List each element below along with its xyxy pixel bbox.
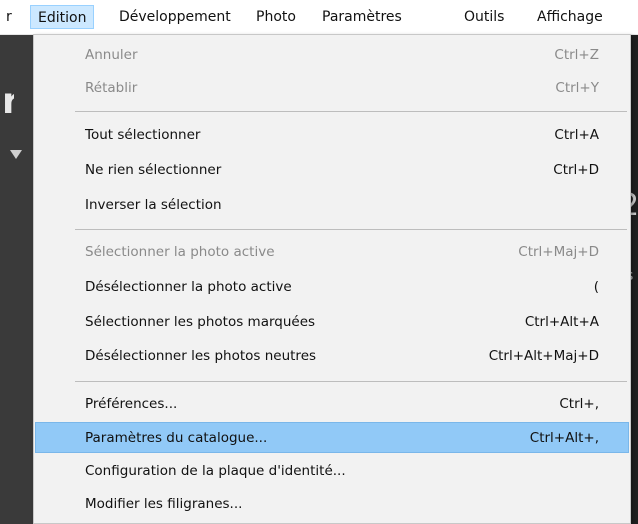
menu-item-shortcut: Ctrl+A [554, 127, 599, 143]
menu-item-label: Inverser la sélection [85, 197, 222, 213]
menu-parametres[interactable]: Paramètres [322, 5, 402, 29]
menu-item-shortcut: Ctrl+, [559, 396, 599, 412]
menu-item-shortcut: Ctrl+Y [555, 80, 599, 96]
menu-item-shortcut: ( [593, 279, 599, 295]
menu-item-label: Rétablir [85, 80, 138, 96]
menu-item-label: Annuler [85, 47, 138, 63]
menu-item-retablir[interactable]: Rétablir Ctrl+Y [35, 73, 629, 104]
menu-item-shortcut: Ctrl+D [553, 162, 599, 178]
menu-separator [75, 229, 627, 230]
menu-item-shortcut: Ctrl+Maj+D [518, 244, 599, 260]
menu-photo[interactable]: Photo [256, 5, 296, 29]
menu-item-label: Ne rien sélectionner [85, 162, 222, 178]
menu-item-label: Configuration de la plaque d'identité... [85, 463, 346, 479]
menu-item-label: Modifier les filigranes... [85, 496, 243, 512]
menu-item-tout-selectionner[interactable]: Tout sélectionner Ctrl+A [35, 120, 629, 151]
menu-edition[interactable]: Edition [30, 5, 95, 29]
panel-collapse-triangle-icon[interactable] [10, 150, 22, 159]
menu-item-deselectionner-photos-neutres[interactable]: Désélectionner les photos neutres Ctrl+A… [35, 341, 629, 372]
menu-item-modifier-filigranes[interactable]: Modifier les filigranes... [35, 489, 629, 520]
menu-affichage[interactable]: Affichage [537, 5, 603, 29]
menu-separator [75, 111, 627, 112]
menu-item-label: Préférences... [85, 396, 178, 412]
menu-item-annuler[interactable]: Annuler Ctrl+Z [35, 40, 629, 71]
menu-file-partial[interactable]: r [6, 5, 12, 29]
menu-item-label: Tout sélectionner [85, 127, 201, 143]
menu-item-label: Paramètres du catalogue... [85, 430, 268, 446]
menu-item-parametres-catalogue[interactable]: Paramètres du catalogue... Ctrl+Alt+, [35, 422, 629, 453]
menu-item-shortcut: Ctrl+Alt+A [524, 314, 599, 330]
menu-item-deselectionner-photo-active[interactable]: Désélectionner la photo active ( [35, 272, 629, 303]
menu-item-label: Sélectionner la photo active [85, 244, 275, 260]
background-title-glyph: r [2, 81, 14, 122]
menu-separator [75, 381, 627, 382]
menu-item-inverser-selection[interactable]: Inverser la sélection [35, 190, 629, 221]
menu-item-label: Désélectionner les photos neutres [85, 348, 317, 364]
menu-bar: r Edition Développement Photo Paramètres… [0, 0, 638, 35]
menu-item-label: Désélectionner la photo active [85, 279, 292, 295]
menu-item-shortcut: Ctrl+Alt+Maj+D [488, 348, 599, 364]
menu-item-plaque-identite[interactable]: Configuration de la plaque d'identité... [35, 456, 629, 487]
menu-outils[interactable]: Outils [464, 5, 504, 29]
menu-developpement[interactable]: Développement [119, 5, 231, 29]
menu-item-preferences[interactable]: Préférences... Ctrl+, [35, 389, 629, 420]
menu-item-shortcut: Ctrl+Alt+, [529, 430, 599, 446]
menu-item-selectionner-photo-active[interactable]: Sélectionner la photo active Ctrl+Maj+D [35, 237, 629, 268]
menu-item-shortcut: Ctrl+Z [554, 47, 599, 63]
menu-item-selectionner-photos-marquees[interactable]: Sélectionner les photos marquées Ctrl+Al… [35, 307, 629, 338]
menu-item-label: Sélectionner les photos marquées [85, 314, 316, 330]
edition-dropdown-menu: Annuler Ctrl+Z Rétablir Ctrl+Y Tout séle… [33, 34, 631, 524]
menu-item-ne-rien-selectionner[interactable]: Ne rien sélectionner Ctrl+D [35, 155, 629, 186]
